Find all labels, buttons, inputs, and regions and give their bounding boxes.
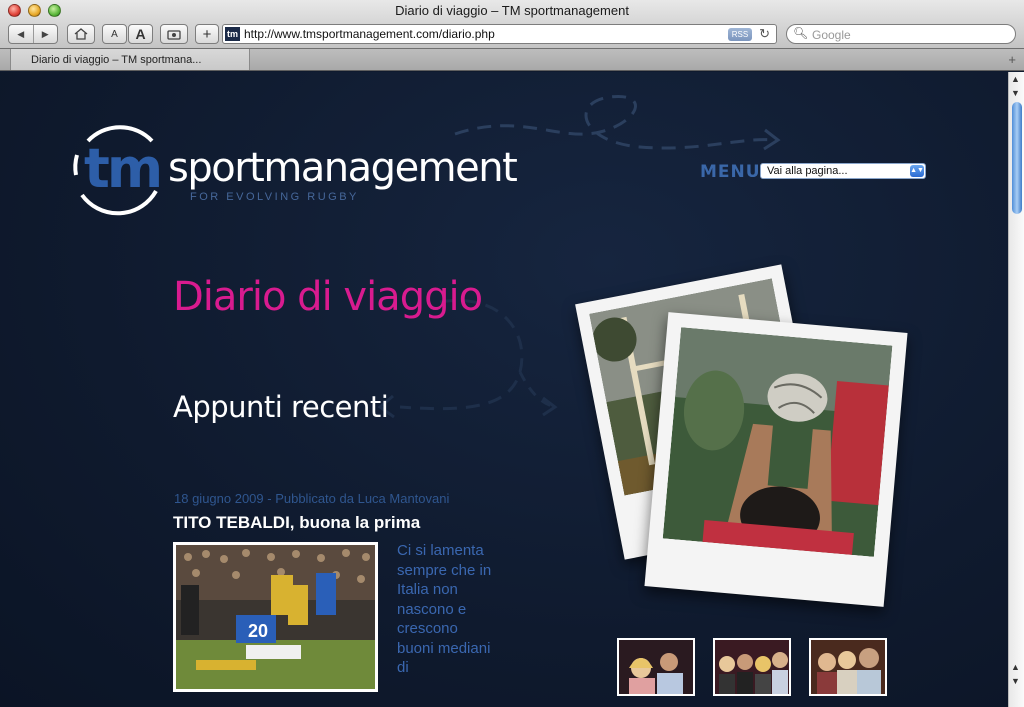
tab-diario[interactable]: Diario di viaggio – TM sportmana...	[10, 49, 250, 70]
section-heading: Appunti recenti	[173, 390, 389, 424]
lineout-photo	[662, 327, 893, 557]
back-arrow-icon[interactable]: ◀	[9, 25, 34, 43]
logo-wordmark: sportmanagement	[168, 145, 518, 191]
post-meta: 18 giugno 2009 - Pubblicato da Luca Mant…	[174, 491, 450, 506]
plus-icon: +	[202, 25, 212, 43]
gallery-thumb-2[interactable]	[713, 638, 791, 696]
page-select-value: Vai alla pagina...	[767, 165, 848, 177]
page-select-dropdown[interactable]: Vai alla pagina... ▲▼	[760, 163, 926, 179]
address-bar[interactable]: tm http://www.tmsportmanagement.com/diar…	[222, 24, 777, 44]
site-logo[interactable]: tm sportmanagement FOR EVOLVING RUGBY	[70, 119, 518, 224]
scroll-up-arrow-bottom-icon[interactable]: ▲	[1011, 662, 1020, 672]
player-number: 20	[248, 621, 268, 641]
event-photo-3	[811, 640, 885, 694]
logo-tagline: FOR EVOLVING RUGBY	[190, 191, 359, 203]
snapshot-button[interactable]	[160, 24, 188, 44]
text-bigger-button[interactable]: A	[128, 24, 153, 44]
event-photo-2	[715, 640, 789, 694]
site-favicon: tm	[225, 27, 240, 41]
page-title: Diario di viaggio	[173, 274, 483, 320]
scroll-down-arrow-icon[interactable]: ▼	[1011, 88, 1020, 98]
post-excerpt: Ci si lamenta sempre che in Italia non n…	[397, 542, 492, 676]
scroll-down-arrow-bottom-icon[interactable]: ▼	[1011, 676, 1020, 686]
camera-icon	[167, 29, 181, 40]
url-text[interactable]: http://www.tmsportmanagement.com/diario.…	[244, 27, 495, 41]
new-tab-icon[interactable]: +	[1008, 52, 1016, 67]
vertical-scrollbar[interactable]: ▲ ▼ ▲ ▼	[1008, 72, 1024, 707]
tab-bar: Diario di viaggio – TM sportmana... +	[0, 49, 1024, 71]
home-icon	[74, 28, 88, 40]
post-image[interactable]: 20	[173, 542, 378, 692]
search-icon[interactable]: 🔍︎	[793, 26, 808, 40]
select-arrows-icon: ▲▼	[910, 165, 924, 177]
scroll-up-arrow-icon[interactable]: ▲	[1011, 74, 1020, 84]
polaroid-lineout	[644, 312, 908, 607]
back-forward-control: ◀ ▶	[8, 24, 58, 44]
reload-icon[interactable]: ↻	[759, 26, 770, 42]
gallery-thumb-3[interactable]	[809, 638, 887, 696]
home-button[interactable]	[67, 24, 95, 44]
rss-button[interactable]: RSS	[728, 28, 752, 41]
search-field[interactable]: 🔍︎ Google	[786, 24, 1016, 44]
event-photo-1	[619, 640, 693, 694]
rugby-match-photo: 20	[176, 545, 375, 689]
window-title: Diario di viaggio – TM sportmanagement	[395, 3, 629, 18]
browser-window: Diario di viaggio – TM sportmanagement ◀…	[0, 0, 1024, 707]
web-page: tm sportmanagement FOR EVOLVING RUGBY ME…	[0, 72, 1008, 707]
forward-arrow-icon[interactable]: ▶	[34, 25, 58, 43]
scrollbar-thumb[interactable]	[1012, 102, 1022, 214]
gallery-thumb-1[interactable]	[617, 638, 695, 696]
browser-toolbar: Diario di viaggio – TM sportmanagement ◀…	[0, 0, 1024, 49]
logo-tm-mark: tm	[84, 137, 163, 200]
add-bookmark-button[interactable]: +	[195, 24, 219, 44]
search-placeholder: Google	[812, 28, 851, 42]
post-title[interactable]: TITO TEBALDI, buona la prima	[173, 513, 420, 533]
text-smaller-button[interactable]: A	[102, 24, 127, 44]
